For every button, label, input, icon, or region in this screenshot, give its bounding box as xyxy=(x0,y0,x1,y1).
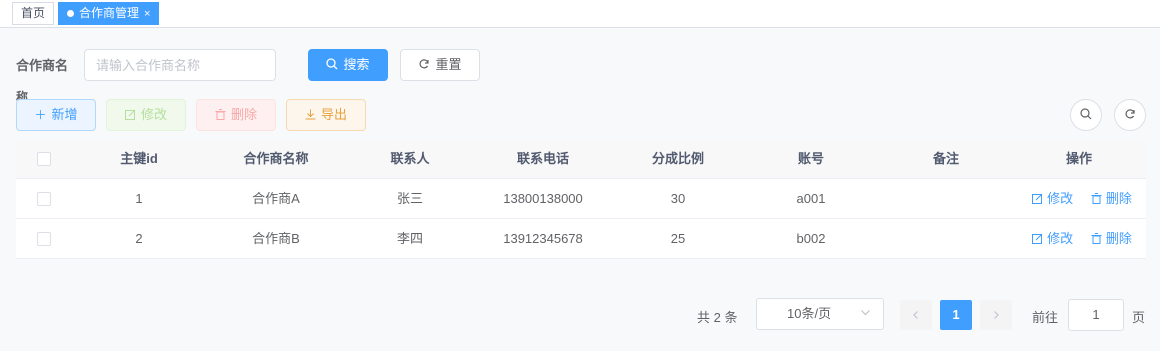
plus-icon: ＋ xyxy=(34,108,47,122)
table-row: 2 合作商B 李四 13912345678 25 b002 修改 删除 xyxy=(16,219,1146,259)
delete-button[interactable]: 删除 xyxy=(196,99,276,131)
cell-account: b002 xyxy=(796,231,826,246)
delete-button-label: 删除 xyxy=(230,107,257,122)
chevron-left-icon xyxy=(911,308,921,322)
table-header-row: 主键id 合作商名称 联系人 联系电话 分成比例 账号 备注 操作 xyxy=(16,139,1146,179)
trash-icon xyxy=(215,100,226,130)
page-size-value: 10条/页 xyxy=(787,306,832,321)
close-icon[interactable]: × xyxy=(144,8,150,20)
row-delete-link[interactable]: 删除 xyxy=(1091,191,1132,206)
cell-id: 1 xyxy=(135,191,143,206)
edit-button[interactable]: 修改 xyxy=(106,99,186,131)
cell-contact: 张三 xyxy=(396,191,423,206)
download-icon xyxy=(305,100,316,130)
refresh-table-button[interactable] xyxy=(1114,99,1146,131)
goto-label: 前往 xyxy=(1032,310,1059,325)
tag-home[interactable]: 首页 xyxy=(12,2,55,25)
column-header-note: 备注 xyxy=(932,151,959,166)
tags-view-bar: 首页 合作商管理 × xyxy=(0,0,1160,28)
tag-partner-management[interactable]: 合作商管理 × xyxy=(58,2,160,25)
edit-icon xyxy=(1032,192,1043,206)
column-header-phone: 联系电话 xyxy=(516,151,569,166)
column-header-ratio: 分成比例 xyxy=(651,151,704,166)
export-button-label: 导出 xyxy=(320,107,347,122)
row-checkbox[interactable] xyxy=(37,192,51,206)
cell-ratio: 25 xyxy=(670,231,686,246)
select-all-checkbox[interactable] xyxy=(37,152,51,166)
trash-icon xyxy=(1091,232,1102,246)
row-checkbox[interactable] xyxy=(37,232,51,246)
cell-contact: 李四 xyxy=(396,231,423,246)
cell-name: 合作商B xyxy=(252,231,300,246)
edit-icon xyxy=(124,100,136,130)
column-header-operations: 操作 xyxy=(1065,151,1092,166)
prev-page-button[interactable] xyxy=(900,300,932,330)
tag-active-label: 合作商管理 xyxy=(79,6,140,20)
search-button[interactable]: 搜索 xyxy=(308,49,388,81)
cell-note xyxy=(896,219,996,259)
column-header-name: 合作商名称 xyxy=(243,151,309,166)
partner-table: 主键id 合作商名称 联系人 联系电话 分成比例 账号 备注 操作 1 合作商A… xyxy=(16,139,1146,259)
cell-phone: 13912345678 xyxy=(503,231,583,246)
goto-page-input[interactable]: 1 xyxy=(1068,299,1124,331)
page-size-select[interactable]: 10条/页 xyxy=(756,298,884,330)
page-number-button[interactable]: 1 xyxy=(940,300,972,330)
row-edit-link[interactable]: 修改 xyxy=(1032,231,1073,246)
pagination-total: 共 2 条 xyxy=(697,310,738,325)
cell-note xyxy=(896,179,996,219)
column-header-account: 账号 xyxy=(797,151,824,166)
partner-name-input[interactable] xyxy=(84,49,276,81)
table-row: 1 合作商A 张三 13800138000 30 a001 修改 删除 xyxy=(16,179,1146,219)
toggle-search-button[interactable] xyxy=(1070,99,1102,131)
cell-name: 合作商A xyxy=(252,191,300,206)
add-button[interactable]: ＋ 新增 xyxy=(16,99,96,131)
export-button[interactable]: 导出 xyxy=(286,99,366,131)
column-header-contact: 联系人 xyxy=(390,151,430,166)
chevron-right-icon xyxy=(991,308,1001,322)
cell-ratio: 30 xyxy=(670,191,686,206)
row-edit-link[interactable]: 修改 xyxy=(1032,191,1073,206)
edit-button-label: 修改 xyxy=(140,107,167,122)
partner-name-label: 合作商名 xyxy=(16,58,69,73)
cell-operations: 修改 删除 xyxy=(1016,179,1142,219)
cell-id: 2 xyxy=(135,231,143,246)
active-dot-icon xyxy=(67,10,74,17)
edit-icon xyxy=(1032,232,1043,246)
chevron-down-icon xyxy=(860,299,871,329)
row-delete-link[interactable]: 删除 xyxy=(1091,231,1132,246)
cell-phone: 13800138000 xyxy=(503,191,583,206)
reset-button[interactable]: 重置 xyxy=(400,49,480,81)
search-icon xyxy=(1080,107,1092,122)
tag-home-label: 首页 xyxy=(21,6,46,20)
reset-button-label: 重置 xyxy=(435,57,462,72)
main-content: 合作商名 称 搜索 重置 ＋新增 修改 删除 导出 xyxy=(0,28,1160,351)
add-button-label: 新增 xyxy=(51,107,78,122)
next-page-button[interactable] xyxy=(980,300,1012,330)
search-button-label: 搜索 xyxy=(343,57,370,72)
cell-account: a001 xyxy=(796,191,826,206)
cell-operations: 修改 删除 xyxy=(1016,219,1142,259)
search-icon xyxy=(326,50,338,80)
refresh-icon xyxy=(418,50,430,80)
refresh-icon xyxy=(1124,107,1136,122)
column-header-id: 主键id xyxy=(120,151,158,166)
goto-suffix: 页 xyxy=(1132,310,1146,325)
trash-icon xyxy=(1091,192,1102,206)
